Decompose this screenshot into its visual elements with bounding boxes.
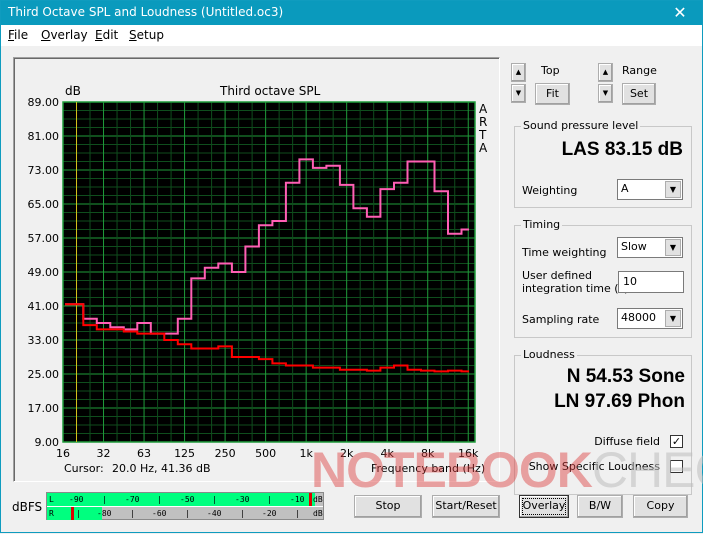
meter-tick: -80 bbox=[97, 509, 112, 518]
time-weighting-select[interactable]: Slow ▼ bbox=[617, 237, 683, 258]
meter-tick: | bbox=[157, 495, 162, 504]
app-window: Third Octave SPL and Loudness (Untitled.… bbox=[0, 0, 703, 533]
diffuse-field-checkbox[interactable]: ✓ bbox=[670, 435, 683, 448]
spl-group-title: Sound pressure level bbox=[521, 119, 641, 132]
meter-tick: -70 bbox=[125, 495, 140, 504]
meter-tick: | bbox=[76, 509, 81, 518]
x-tick-label: 500 bbox=[255, 447, 276, 460]
specific-loudness-checkbox[interactable] bbox=[670, 460, 683, 473]
sampling-rate-label: Sampling rate bbox=[522, 313, 600, 326]
x-tick-label: 250 bbox=[215, 447, 236, 460]
meter-unit: dB bbox=[313, 495, 323, 504]
right-channel-label: R bbox=[49, 509, 54, 518]
specific-loudness-label: Show Specific Loudness bbox=[528, 460, 660, 473]
fit-button[interactable]: Fit bbox=[535, 83, 570, 105]
meter-tick: | bbox=[185, 509, 190, 518]
timing-group-title: Timing bbox=[521, 218, 563, 231]
x-tick-label: 16k bbox=[458, 447, 479, 460]
range-label: Range bbox=[622, 64, 657, 77]
top-up-button[interactable]: ▲ bbox=[511, 63, 526, 82]
right-peak-marker bbox=[71, 507, 74, 520]
weighting-label: Weighting bbox=[522, 184, 578, 197]
y-tick-label: 41.00 bbox=[28, 300, 60, 313]
y-tick-label: 81.00 bbox=[28, 130, 60, 143]
bw-button[interactable]: B/W bbox=[577, 495, 623, 518]
integration-label-1: User defined bbox=[522, 269, 592, 282]
time-weighting-value: Slow bbox=[621, 240, 647, 253]
x-tick-label: 32 bbox=[97, 447, 111, 460]
chevron-down-icon[interactable]: ▼ bbox=[665, 181, 681, 198]
x-tick-label: 1k bbox=[299, 447, 313, 460]
time-weighting-label: Time weighting bbox=[522, 246, 607, 259]
stop-button[interactable]: Stop bbox=[354, 495, 422, 518]
x-tick-label: 16 bbox=[56, 447, 70, 460]
weighting-value: A bbox=[621, 182, 629, 195]
level-meter: L -90 | -70 | -50 | -30 | -10 dB R | -80… bbox=[46, 492, 324, 520]
loudness-group-title: Loudness bbox=[521, 348, 577, 361]
x-tick-label: 125 bbox=[174, 447, 195, 460]
x-tick-label: 8k bbox=[421, 447, 435, 460]
top-down-button[interactable]: ▼ bbox=[511, 84, 526, 103]
start-reset-button[interactable]: Start/Reset bbox=[432, 495, 500, 518]
meter-tick: | bbox=[240, 509, 245, 518]
meter-unit: dB bbox=[313, 509, 323, 518]
sampling-rate-select[interactable]: 48000 ▼ bbox=[617, 308, 683, 329]
y-tick-label: 17.00 bbox=[28, 402, 60, 415]
x-tick-label: 2k bbox=[340, 447, 354, 460]
y-tick-label: 25.00 bbox=[28, 368, 60, 381]
right-channel-meter: R | -80 | -60 | -40 | -20 | dB bbox=[47, 507, 323, 520]
meter-tick: -90 bbox=[69, 495, 84, 504]
sampling-rate-value: 48000 bbox=[621, 311, 656, 324]
left-peak-marker bbox=[309, 493, 312, 506]
top-label: Top bbox=[541, 64, 560, 77]
overlay-button[interactable]: Overlay bbox=[519, 495, 569, 518]
weighting-select[interactable]: A ▼ bbox=[617, 179, 683, 200]
meter-tick: -20 bbox=[262, 509, 277, 518]
chevron-down-icon[interactable]: ▼ bbox=[665, 310, 681, 327]
x-tick-label: 4k bbox=[381, 447, 395, 460]
meter-tick: -50 bbox=[180, 495, 195, 504]
set-button[interactable]: Set bbox=[622, 83, 656, 105]
meter-tick: | bbox=[295, 509, 300, 518]
range-up-button[interactable]: ▲ bbox=[598, 63, 613, 82]
meter-tick: -30 bbox=[235, 495, 250, 504]
x-tick-label: 63 bbox=[137, 447, 151, 460]
meter-tick: | bbox=[267, 495, 272, 504]
integration-label-2: integration time (s) bbox=[522, 282, 629, 295]
meter-tick: | bbox=[130, 509, 135, 518]
y-tick-label: 89.00 bbox=[28, 96, 60, 109]
copy-button[interactable]: Copy bbox=[633, 495, 688, 518]
integration-time-input[interactable]: 10 bbox=[618, 271, 684, 293]
meter-tick: -10 bbox=[290, 495, 305, 504]
y-tick-label: 73.00 bbox=[28, 164, 60, 177]
y-tick-label: 33.00 bbox=[28, 334, 60, 347]
loudness-sone-value: N 54.53 Sone bbox=[566, 366, 685, 387]
right-level-fill bbox=[47, 507, 103, 520]
y-tick-label: 57.00 bbox=[28, 232, 60, 245]
meter-tick: | bbox=[102, 495, 107, 504]
left-channel-label: L bbox=[49, 495, 54, 504]
loudness-phon-value: LN 97.69 Phon bbox=[554, 391, 685, 412]
spl-value: LAS 83.15 dB bbox=[561, 139, 683, 160]
left-channel-meter: L -90 | -70 | -50 | -30 | -10 dB bbox=[47, 493, 323, 506]
range-down-button[interactable]: ▼ bbox=[598, 84, 613, 103]
y-tick-label: 49.00 bbox=[28, 266, 60, 279]
dbfs-label: dBFS bbox=[12, 500, 43, 514]
meter-tick: -60 bbox=[152, 509, 167, 518]
meter-tick: -40 bbox=[207, 509, 222, 518]
chevron-down-icon[interactable]: ▼ bbox=[665, 239, 681, 256]
diffuse-field-label: Diffuse field bbox=[594, 435, 660, 448]
meter-tick: | bbox=[212, 495, 217, 504]
y-tick-label: 65.00 bbox=[28, 198, 60, 211]
